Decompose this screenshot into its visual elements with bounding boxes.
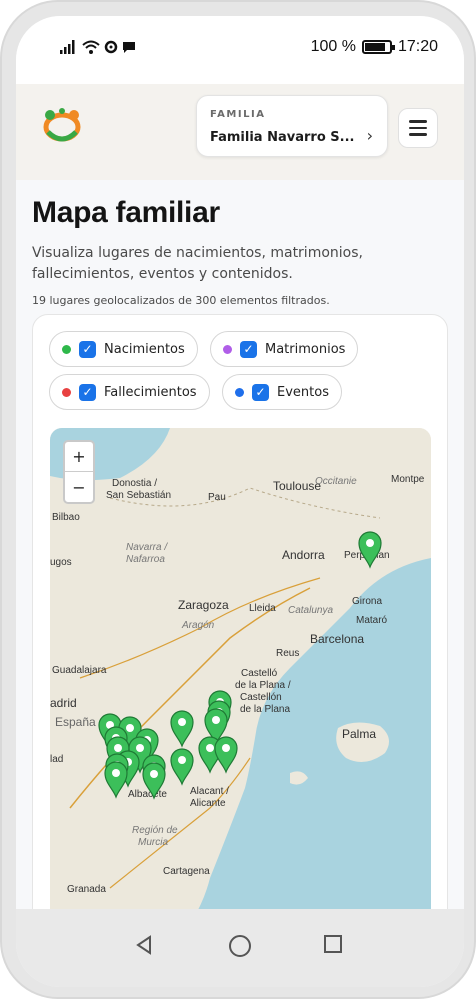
map-label: Cartagena	[163, 866, 210, 877]
zoom-controls: + −	[63, 440, 95, 504]
family-label: FAMILIA	[210, 109, 266, 120]
map-marker-dot	[178, 718, 186, 726]
filter-label: Matrimonios	[265, 341, 346, 357]
screen: 100 % 17:20 FAMILIA Familia Navarro S...…	[16, 16, 464, 987]
system-nav-bar	[16, 909, 464, 987]
battery-fill	[364, 43, 386, 51]
zoom-out-button[interactable]: −	[65, 472, 93, 502]
chat-icon	[123, 42, 135, 53]
map-label: Barcelona	[310, 632, 364, 646]
map-marker-dot	[366, 539, 374, 547]
zoom-in-button[interactable]: +	[65, 442, 93, 472]
status-icons	[60, 40, 136, 54]
map-label: Donostia /	[112, 478, 157, 489]
checkbox-checked-icon[interactable]: ✓	[79, 340, 96, 358]
hamburger-line	[409, 120, 427, 123]
map-label: Montpe	[391, 474, 425, 485]
back-icon[interactable]	[134, 935, 154, 955]
hamburger-line	[409, 126, 427, 130]
phone-frame: 100 % 17:20 FAMILIA Familia Navarro S...…	[0, 0, 476, 999]
map-label: Mataró	[356, 615, 388, 626]
filter-chip-eventos[interactable]: ✓ Eventos	[222, 374, 342, 410]
app-bar: FAMILIA Familia Navarro S... ›	[16, 84, 464, 180]
checkbox-checked-icon[interactable]: ✓	[79, 383, 96, 401]
map-label: Murcia	[138, 837, 168, 848]
checkbox-checked-icon[interactable]: ✓	[240, 340, 257, 358]
recent-apps-icon[interactable]	[324, 935, 342, 953]
map-marker-dot	[126, 724, 134, 732]
map-marker-dot	[206, 744, 214, 752]
map-label: Occitanie	[315, 476, 357, 487]
filter-chip-matrimonios[interactable]: ✓ Matrimonios	[210, 331, 359, 367]
map-label: Catalunya	[288, 605, 333, 616]
map-label: lad	[50, 754, 63, 765]
map-marker-dot	[212, 716, 220, 724]
map-label: Castellón	[240, 692, 282, 703]
filter-color-dot	[62, 387, 71, 397]
map-label: Navarra /	[126, 542, 168, 553]
wifi-icon	[82, 40, 100, 54]
map-label: Girona	[352, 596, 382, 607]
map-marker-dot	[136, 744, 144, 752]
map-label: Alacant /	[190, 786, 229, 797]
map-label: Bilbao	[52, 512, 80, 523]
map-label: de la Plana	[240, 704, 290, 715]
family-selector[interactable]: FAMILIA Familia Navarro S... ›	[196, 95, 388, 157]
map-label: ugos	[50, 557, 72, 568]
locations-count: 19 lugares geolocalizados de 300 element…	[32, 294, 330, 307]
map-label: Guadalajara	[52, 665, 107, 676]
filter-color-dot	[235, 387, 244, 397]
filter-color-dot	[223, 344, 232, 354]
family-name: Familia Navarro S...	[210, 130, 355, 145]
map-marker-dot	[112, 769, 120, 777]
map-label: Castelló	[241, 668, 278, 679]
map-label: de la Plana /	[235, 680, 291, 691]
map-marker-dot	[150, 770, 158, 778]
map-label: Nafarroa	[126, 554, 165, 565]
page-title: Mapa familiar	[32, 196, 220, 229]
map-label: Aragón	[181, 620, 215, 631]
map-marker-dot	[222, 744, 230, 752]
map-marker-dot	[114, 744, 122, 752]
filter-label: Fallecimientos	[104, 384, 197, 400]
hamburger-line	[409, 133, 427, 136]
filter-label: Nacimientos	[104, 341, 185, 357]
map-label: Granada	[67, 884, 106, 895]
map-label: Reus	[276, 648, 299, 659]
status-bar: 100 % 17:20	[16, 16, 464, 84]
map-label: Zaragoza	[178, 598, 229, 612]
map-marker-dot	[178, 756, 186, 764]
filter-chip-nacimientos[interactable]: ✓ Nacimientos	[49, 331, 198, 367]
map-label: Alicante	[190, 798, 226, 809]
page-subtitle: Visualiza lugares de nacimientos, matrim…	[32, 245, 363, 282]
filter-chip-fallecimientos[interactable]: ✓ Fallecimientos	[49, 374, 210, 410]
family-logo-icon[interactable]	[38, 102, 86, 150]
map-label: adrid	[50, 696, 77, 710]
chevron-right-icon: ›	[366, 126, 373, 145]
map-label: Pau	[208, 492, 226, 503]
checkbox-checked-icon[interactable]: ✓	[252, 383, 269, 401]
filter-label: Eventos	[277, 384, 329, 400]
filter-color-dot	[62, 344, 71, 354]
map-label: San Sebastián	[106, 490, 171, 501]
map-label: Andorra	[282, 548, 325, 562]
map-canvas[interactable]: Donostia / San Sebastián Bilbao Pau Toul…	[50, 428, 431, 948]
sync-icon	[104, 40, 118, 54]
family-map[interactable]: Donostia / San Sebastián Bilbao Pau Toul…	[50, 428, 431, 948]
map-label: España	[55, 715, 96, 729]
map-label: Albacete	[128, 789, 167, 800]
map-label: Región de	[132, 825, 178, 836]
signal-icon	[60, 40, 75, 54]
home-icon[interactable]	[229, 935, 251, 957]
battery-icon	[361, 40, 395, 54]
clock: 17:20	[397, 38, 438, 55]
map-card: ✓ Nacimientos ✓ Matrimonios ✓ Fallecimie…	[32, 314, 448, 954]
battery-percent: 100 %	[310, 38, 356, 55]
menu-button[interactable]	[398, 108, 438, 148]
map-label: Lleida	[249, 603, 276, 614]
status-right: 100 % 17:20	[311, 38, 438, 56]
map-label: Palma	[342, 727, 376, 741]
